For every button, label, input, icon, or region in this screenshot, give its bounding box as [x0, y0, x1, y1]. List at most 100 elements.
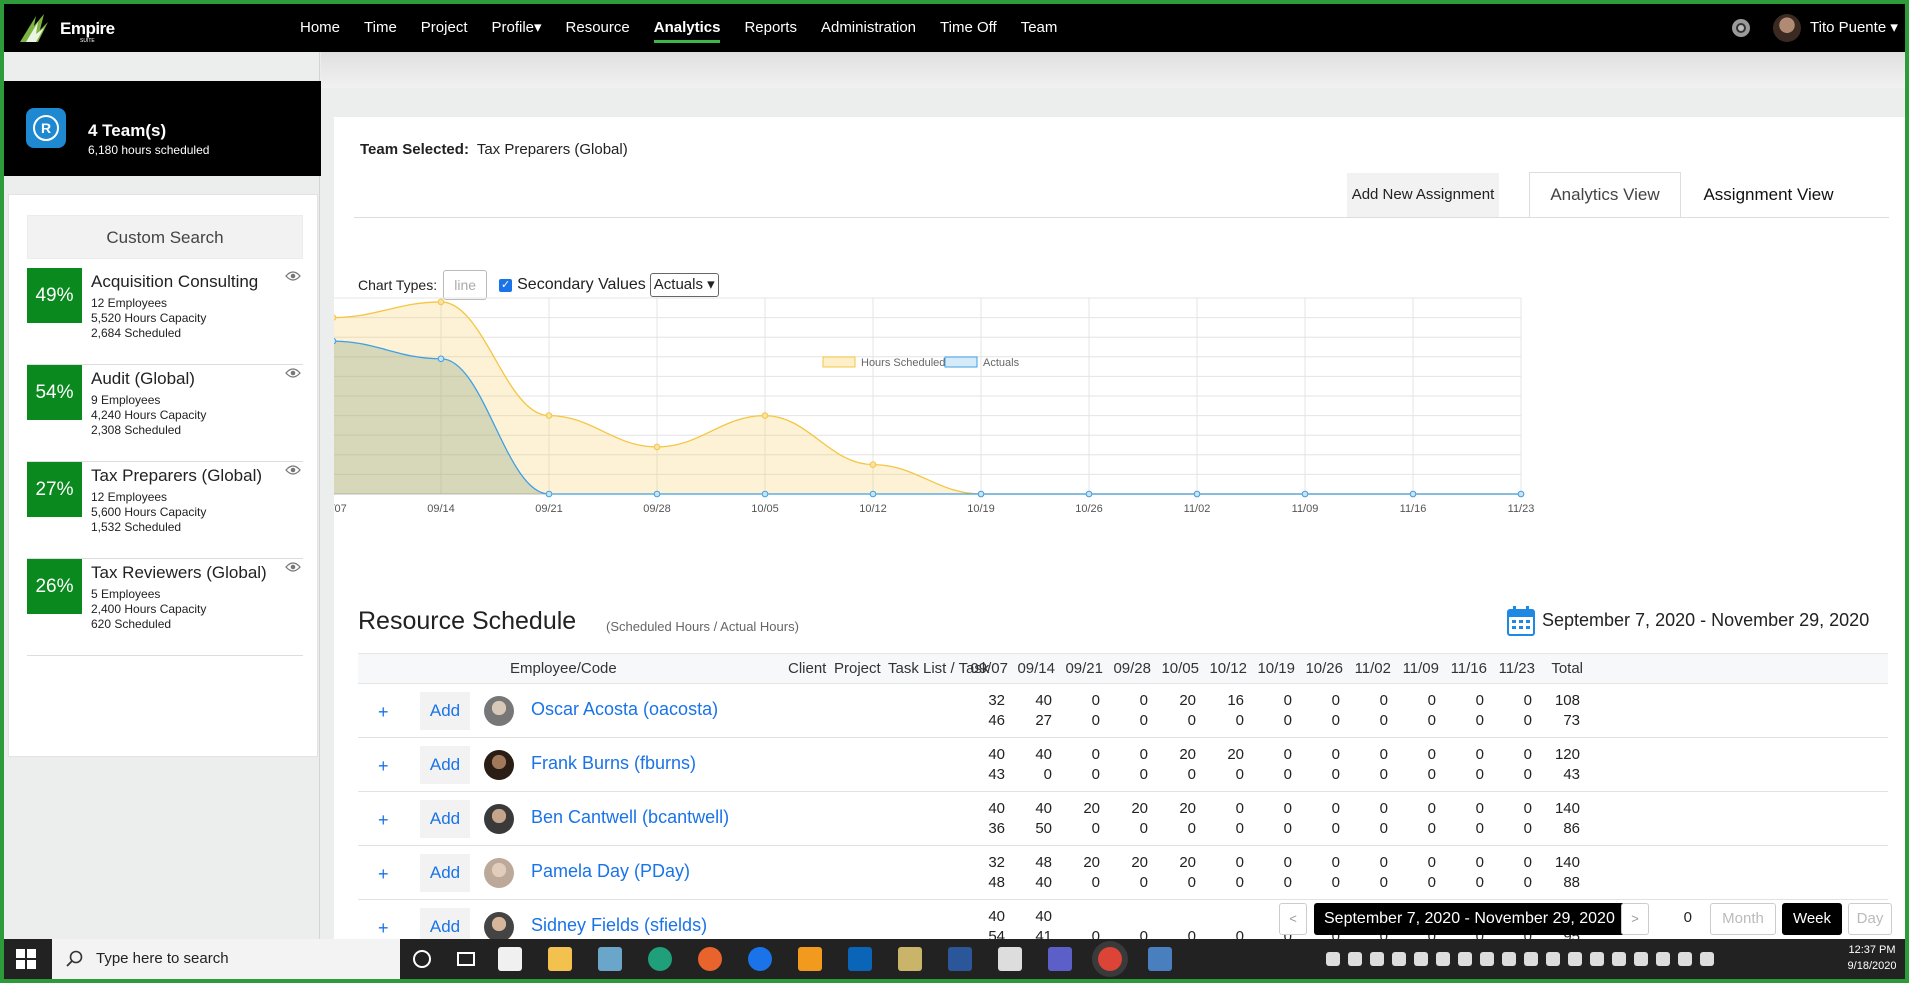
taskbar-search-box[interactable]: Type here to search	[52, 939, 400, 979]
col-header-week: 09/07	[970, 660, 1008, 677]
internet-explorer-icon[interactable]	[748, 947, 772, 971]
expand-row-button[interactable]: +	[378, 702, 389, 723]
add-assignment-row-button[interactable]: Add	[420, 800, 470, 838]
pager-date-range[interactable]: September 7, 2020 - November 29, 2020	[1314, 903, 1625, 935]
taskbar-clock[interactable]: 12:37 PM 9/18/2020	[1844, 942, 1900, 974]
actual-hours-cell: 43	[988, 766, 1005, 783]
notepad-icon[interactable]	[898, 947, 922, 971]
week-view-button[interactable]: Week	[1782, 903, 1842, 935]
tray-doc-icon[interactable]	[1414, 952, 1428, 966]
teams-icon[interactable]	[1048, 947, 1072, 971]
team-name[interactable]: Acquisition Consulting	[91, 272, 258, 292]
resource-schedule-subtitle: (Scheduled Hours / Actual Hours)	[606, 619, 799, 634]
screenshot-app-icon[interactable]	[998, 947, 1022, 971]
tray-dropbox-icon[interactable]	[1612, 952, 1626, 966]
add-assignment-row-button[interactable]: Add	[420, 692, 470, 730]
chrome-icon[interactable]	[1098, 947, 1122, 971]
edge-icon[interactable]	[648, 947, 672, 971]
nav-item-resource[interactable]: Resource	[554, 4, 642, 52]
expand-row-button[interactable]: +	[378, 918, 389, 939]
tray-security-icon[interactable]	[1524, 952, 1538, 966]
tray-volume-icon[interactable]	[1700, 952, 1714, 966]
tray-outlook-icon[interactable]	[1590, 952, 1604, 966]
resource-app-icon[interactable]	[798, 947, 822, 971]
employee-name-link[interactable]: Sidney Fields (sfields)	[531, 915, 707, 936]
word-icon[interactable]	[948, 947, 972, 971]
team-card[interactable]: 27% Tax Preparers (Global) 12 Employees 5,6…	[27, 462, 303, 559]
task-view-icon[interactable]	[454, 947, 478, 971]
scheduled-hours-cell: 0	[1235, 800, 1244, 817]
tab-analytics-view[interactable]: Analytics View	[1529, 172, 1681, 217]
nav-item-team[interactable]: Team	[1009, 4, 1070, 52]
outlook-icon[interactable]	[848, 947, 872, 971]
empire-logo[interactable]: Empire SUITE	[14, 8, 124, 48]
pager-prev-button[interactable]: <	[1279, 903, 1307, 935]
tray-usb-icon[interactable]	[1634, 952, 1648, 966]
firefox-icon[interactable]	[698, 947, 722, 971]
nav-item-reports[interactable]: Reports	[732, 4, 809, 52]
file-explorer-icon[interactable]	[548, 947, 572, 971]
employee-name-link[interactable]: Oscar Acosta (oacosta)	[531, 699, 718, 720]
tray-network-icon[interactable]	[1436, 952, 1450, 966]
nav-item-home[interactable]: Home	[288, 4, 352, 52]
scheduled-hours-cell: 0	[1331, 800, 1340, 817]
cortana-icon[interactable]	[410, 947, 434, 971]
x-tick-label: 09/14	[427, 503, 455, 515]
windows-start-icon[interactable]	[16, 949, 36, 969]
tray-wifi-icon[interactable]	[1656, 952, 1670, 966]
team-name[interactable]: Audit (Global)	[91, 369, 195, 389]
expand-row-button[interactable]: +	[378, 864, 389, 885]
add-new-assignment-button[interactable]: Add New Assignment	[1347, 173, 1499, 217]
employee-name-link[interactable]: Frank Burns (fburns)	[531, 753, 696, 774]
scheduled-hours-cell: 32	[988, 854, 1005, 871]
tray-pen-icon[interactable]	[1546, 952, 1560, 966]
expand-row-button[interactable]: +	[378, 810, 389, 831]
settings-gear-icon[interactable]	[1730, 17, 1752, 39]
team-name[interactable]: Tax Reviewers (Global)	[91, 563, 267, 583]
tray-pdf-icon[interactable]	[1480, 952, 1494, 966]
team-card[interactable]: 54% Audit (Global) 9 Employees 4,240 Hours …	[27, 365, 303, 462]
custom-search-button[interactable]: Custom Search	[27, 215, 303, 259]
data-point	[1409, 490, 1417, 498]
store-icon[interactable]	[498, 947, 522, 971]
tray-snip-icon[interactable]	[1392, 952, 1406, 966]
nav-item-time-off[interactable]: Time Off	[928, 4, 1009, 52]
nav-item-analytics[interactable]: Analytics	[642, 4, 733, 52]
user-menu[interactable]: Tito Puente ▾	[1810, 4, 1898, 52]
nav-item-profile[interactable]: Profile▾	[479, 4, 553, 52]
eye-icon[interactable]	[285, 367, 301, 379]
expand-row-button[interactable]: +	[378, 756, 389, 777]
scheduled-hours-cell: 20	[1227, 746, 1244, 763]
tray-arrow-icon[interactable]	[1458, 952, 1472, 966]
nav-item-administration[interactable]: Administration	[809, 4, 928, 52]
team-name[interactable]: Tax Preparers (Global)	[91, 466, 262, 486]
infinity-app-icon[interactable]	[598, 947, 622, 971]
add-assignment-row-button[interactable]: Add	[420, 746, 470, 784]
col-header-employee-code: Employee/Code	[510, 660, 617, 677]
pager-next-button[interactable]: >	[1621, 903, 1649, 935]
team-card[interactable]: 26% Tax Reviewers (Global) 5 Employees 2,40…	[27, 559, 303, 656]
eye-icon[interactable]	[285, 464, 301, 476]
team-card[interactable]: 49% Acquisition Consulting 12 Employees 5,5…	[27, 268, 303, 365]
month-view-button[interactable]: Month	[1710, 903, 1776, 935]
nav-item-project[interactable]: Project	[409, 4, 480, 52]
nav-item-time[interactable]: Time	[352, 4, 409, 52]
calendar-icon[interactable]	[1507, 606, 1535, 636]
eye-icon[interactable]	[285, 561, 301, 573]
actual-hours-cell: 36	[988, 820, 1005, 837]
tab-assignment-view[interactable]: Assignment View	[1681, 173, 1856, 217]
tray-help-icon[interactable]	[1326, 952, 1340, 966]
user-avatar[interactable]	[1773, 14, 1801, 42]
tray-resource-icon[interactable]	[1370, 952, 1384, 966]
eye-icon[interactable]	[285, 270, 301, 282]
tray-shield-icon[interactable]	[1502, 952, 1516, 966]
tray-keyboard-icon[interactable]	[1678, 952, 1692, 966]
remote-desktop-icon[interactable]	[1148, 947, 1172, 971]
employee-name-link[interactable]: Pamela Day (PDay)	[531, 861, 690, 882]
add-assignment-row-button[interactable]: Add	[420, 854, 470, 892]
scheduled-hours-cell: 0	[1283, 692, 1292, 709]
tray-skype-icon[interactable]	[1348, 952, 1362, 966]
day-view-button[interactable]: Day	[1848, 903, 1892, 935]
employee-name-link[interactable]: Ben Cantwell (bcantwell)	[531, 807, 729, 828]
tray-skype-business-icon[interactable]	[1568, 952, 1582, 966]
